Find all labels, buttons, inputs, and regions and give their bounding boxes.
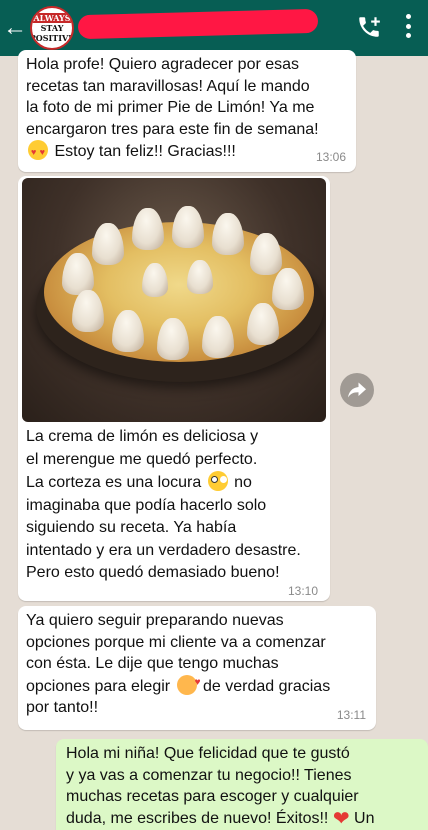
message-line: recetas tan maravillosas! Aquí le mando bbox=[26, 77, 310, 95]
message-line: duda, me escribes de nuevo! Éxitos!! ❤ U… bbox=[66, 808, 426, 830]
message-line: La corteza es una locura no bbox=[26, 471, 326, 495]
meringue-peak bbox=[250, 233, 282, 275]
message-line: opciones porque mi cliente va a comenzar bbox=[26, 633, 326, 651]
message-time: 13:11 bbox=[336, 707, 366, 722]
message-bubble[interactable]: Hola profe! Quiero agradecer por esas re… bbox=[18, 50, 356, 172]
message-line: opciones para elegir de verdad gracias bbox=[26, 672, 376, 698]
message-line: y ya vas a comenzar tu negocio!! Tienes bbox=[66, 766, 352, 784]
message-line-text: Un bbox=[354, 809, 375, 827]
add-call-icon[interactable] bbox=[356, 14, 382, 40]
heart-eyes-emoji-icon bbox=[28, 140, 48, 164]
meringue-peak bbox=[212, 213, 244, 255]
back-button[interactable]: ← bbox=[0, 0, 30, 56]
redacted-contact-name[interactable] bbox=[77, 8, 319, 40]
avatar-text-line: STAY bbox=[38, 23, 66, 33]
chat-header: ← ALWAYS STAY POSITIVE bbox=[0, 0, 428, 56]
avatar-text-line: POSITIVE bbox=[32, 33, 72, 43]
message-line: encargaron tres para este fin de semana! bbox=[26, 120, 319, 138]
photo-attachment[interactable] bbox=[22, 178, 326, 422]
share-arrow-icon bbox=[348, 382, 366, 398]
avatar-text-line: ALWAYS bbox=[32, 13, 72, 23]
message-line-text: no bbox=[234, 474, 252, 491]
message-line: Estoy tan feliz!! Gracias!!! bbox=[26, 140, 356, 164]
message-line: con ésta. Le dije que tengo muchas bbox=[26, 655, 279, 672]
message-line-text: Estoy tan feliz!! Gracias!!! bbox=[54, 143, 236, 160]
flushed-emoji-icon bbox=[207, 471, 228, 491]
more-vert-icon[interactable] bbox=[405, 14, 411, 38]
message-line: Hola mi niña! Que felicidad que te gustó bbox=[66, 745, 350, 762]
message-line: Hola profe! Quiero agradecer por esas bbox=[26, 56, 300, 73]
message-line: Pero esto quedó demasiado bueno! bbox=[26, 564, 280, 581]
message-line: la foto de mi primer Pie de Limón! Ya me bbox=[26, 99, 315, 116]
meringue-peak bbox=[172, 206, 204, 248]
message-line-text: opciones para elegir bbox=[26, 677, 171, 695]
message-line: el merengue me quedó perfecto. bbox=[26, 450, 258, 468]
meringue-peak bbox=[132, 208, 164, 250]
avatar[interactable]: ALWAYS STAY POSITIVE bbox=[30, 6, 74, 50]
smiling-face-with-hearts-emoji-icon bbox=[176, 672, 201, 695]
message-line: Ya quiero seguir preparando nuevas bbox=[26, 612, 284, 629]
message-bubble[interactable]: Ya quiero seguir preparando nuevas opcio… bbox=[18, 606, 376, 730]
message-time: 13:10 bbox=[288, 584, 319, 598]
message-bubble-outgoing[interactable]: Hola mi niña! Que felicidad que te gustó… bbox=[56, 739, 428, 830]
message-line: siguiendo su receta. Ya había bbox=[26, 519, 237, 536]
message-line: por tanto!! bbox=[26, 699, 99, 716]
message-line-text: La corteza es una locura bbox=[26, 474, 202, 491]
message-time: 13:06 bbox=[315, 149, 346, 164]
message-line: La crema de limón es deliciosa y bbox=[26, 428, 259, 445]
message-line: imaginaba que podía hacerlo solo bbox=[26, 496, 267, 514]
forward-button[interactable] bbox=[340, 373, 374, 407]
message-line: intentado y era un verdadero desastre. bbox=[26, 541, 301, 559]
message-line: muchas recetas para escoger y cualquier bbox=[66, 788, 359, 805]
message-line-text: de verdad gracias bbox=[203, 677, 331, 695]
message-line-text: duda, me escribes de nuevo! Éxitos!! bbox=[66, 809, 329, 827]
red-heart-emoji-icon: ❤ bbox=[332, 807, 350, 830]
arrow-left-icon: ← bbox=[3, 14, 27, 41]
